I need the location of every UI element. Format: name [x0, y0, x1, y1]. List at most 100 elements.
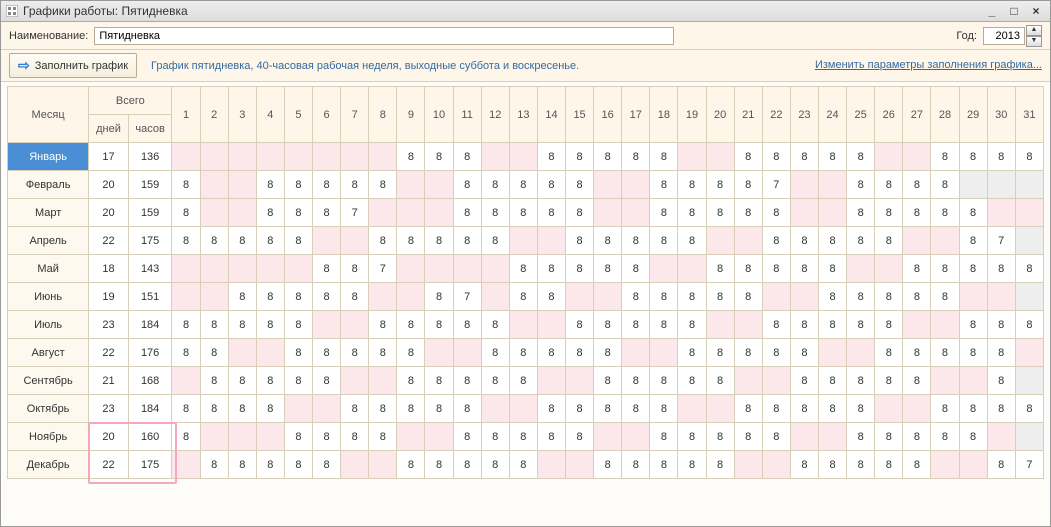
- day-cell[interactable]: 8: [706, 423, 734, 451]
- day-cell[interactable]: [1015, 199, 1043, 227]
- col-day-16[interactable]: 16: [594, 87, 622, 143]
- hours-cell[interactable]: 160: [128, 423, 172, 451]
- hours-cell[interactable]: 159: [128, 171, 172, 199]
- day-cell[interactable]: [369, 283, 397, 311]
- day-cell[interactable]: [172, 451, 200, 479]
- day-cell[interactable]: 8: [819, 451, 847, 479]
- day-cell[interactable]: 8: [172, 227, 200, 255]
- day-cell[interactable]: 7: [762, 171, 790, 199]
- hours-cell[interactable]: 184: [128, 311, 172, 339]
- col-day-10[interactable]: 10: [425, 87, 453, 143]
- day-cell[interactable]: 8: [341, 423, 369, 451]
- day-cell[interactable]: 8: [931, 423, 959, 451]
- col-day-15[interactable]: 15: [566, 87, 594, 143]
- day-cell[interactable]: 8: [566, 395, 594, 423]
- day-cell[interactable]: 8: [903, 367, 931, 395]
- day-cell[interactable]: 8: [678, 227, 706, 255]
- day-cell[interactable]: [313, 143, 341, 171]
- day-cell[interactable]: [706, 311, 734, 339]
- day-cell[interactable]: 8: [847, 395, 875, 423]
- table-row[interactable]: Ноябрь2016088888888888888888888: [8, 423, 1044, 451]
- day-cell[interactable]: [622, 171, 650, 199]
- day-cell[interactable]: 8: [790, 339, 818, 367]
- col-day-5[interactable]: 5: [284, 87, 312, 143]
- day-cell[interactable]: [172, 283, 200, 311]
- day-cell[interactable]: 8: [931, 283, 959, 311]
- day-cell[interactable]: [819, 339, 847, 367]
- day-cell[interactable]: 8: [200, 395, 228, 423]
- day-cell[interactable]: [987, 199, 1015, 227]
- day-cell[interactable]: [734, 451, 762, 479]
- day-cell[interactable]: 8: [959, 143, 987, 171]
- days-cell[interactable]: 21: [89, 367, 129, 395]
- day-cell[interactable]: 8: [875, 199, 903, 227]
- days-cell[interactable]: 17: [89, 143, 129, 171]
- day-cell[interactable]: [256, 339, 284, 367]
- day-cell[interactable]: 8: [875, 171, 903, 199]
- col-day-22[interactable]: 22: [762, 87, 790, 143]
- day-cell[interactable]: 8: [284, 227, 312, 255]
- day-cell[interactable]: [228, 255, 256, 283]
- col-total-header[interactable]: Всего: [89, 87, 172, 115]
- day-cell[interactable]: 8: [509, 339, 537, 367]
- day-cell[interactable]: 8: [566, 199, 594, 227]
- day-cell[interactable]: [1015, 423, 1043, 451]
- day-cell[interactable]: [987, 171, 1015, 199]
- month-cell[interactable]: Май: [8, 255, 89, 283]
- col-day-7[interactable]: 7: [341, 87, 369, 143]
- day-cell[interactable]: 8: [453, 451, 481, 479]
- day-cell[interactable]: 8: [734, 423, 762, 451]
- col-day-24[interactable]: 24: [819, 87, 847, 143]
- day-cell[interactable]: 8: [903, 451, 931, 479]
- day-cell[interactable]: [425, 423, 453, 451]
- col-day-26[interactable]: 26: [875, 87, 903, 143]
- day-cell[interactable]: 8: [228, 367, 256, 395]
- day-cell[interactable]: [594, 283, 622, 311]
- day-cell[interactable]: 8: [734, 143, 762, 171]
- day-cell[interactable]: [509, 395, 537, 423]
- name-input[interactable]: [94, 27, 674, 45]
- day-cell[interactable]: 8: [284, 171, 312, 199]
- day-cell[interactable]: [453, 339, 481, 367]
- day-cell[interactable]: 8: [425, 227, 453, 255]
- day-cell[interactable]: [622, 199, 650, 227]
- col-day-13[interactable]: 13: [509, 87, 537, 143]
- day-cell[interactable]: [734, 311, 762, 339]
- day-cell[interactable]: [200, 423, 228, 451]
- day-cell[interactable]: 8: [341, 283, 369, 311]
- day-cell[interactable]: 8: [762, 255, 790, 283]
- day-cell[interactable]: 8: [313, 283, 341, 311]
- day-cell[interactable]: [369, 451, 397, 479]
- day-cell[interactable]: 8: [790, 255, 818, 283]
- hours-cell[interactable]: 176: [128, 339, 172, 367]
- day-cell[interactable]: [959, 171, 987, 199]
- days-cell[interactable]: 18: [89, 255, 129, 283]
- day-cell[interactable]: [481, 395, 509, 423]
- day-cell[interactable]: 8: [678, 451, 706, 479]
- day-cell[interactable]: 8: [509, 171, 537, 199]
- day-cell[interactable]: 8: [481, 423, 509, 451]
- col-day-28[interactable]: 28: [931, 87, 959, 143]
- day-cell[interactable]: 8: [453, 199, 481, 227]
- col-day-30[interactable]: 30: [987, 87, 1015, 143]
- day-cell[interactable]: 8: [819, 255, 847, 283]
- day-cell[interactable]: 8: [678, 311, 706, 339]
- day-cell[interactable]: [509, 311, 537, 339]
- day-cell[interactable]: 8: [790, 311, 818, 339]
- day-cell[interactable]: 8: [762, 143, 790, 171]
- table-row[interactable]: Февраль2015988888888888888878888: [8, 171, 1044, 199]
- day-cell[interactable]: [537, 451, 565, 479]
- table-row[interactable]: Январь1713688888888888888888: [8, 143, 1044, 171]
- day-cell[interactable]: 8: [734, 395, 762, 423]
- day-cell[interactable]: 7: [341, 199, 369, 227]
- day-cell[interactable]: 8: [987, 311, 1015, 339]
- day-cell[interactable]: [931, 227, 959, 255]
- day-cell[interactable]: 8: [509, 199, 537, 227]
- day-cell[interactable]: 8: [397, 311, 425, 339]
- day-cell[interactable]: 8: [172, 171, 200, 199]
- month-cell[interactable]: Июль: [8, 311, 89, 339]
- day-cell[interactable]: 8: [425, 451, 453, 479]
- day-cell[interactable]: 8: [819, 395, 847, 423]
- day-cell[interactable]: [847, 255, 875, 283]
- day-cell[interactable]: 8: [537, 143, 565, 171]
